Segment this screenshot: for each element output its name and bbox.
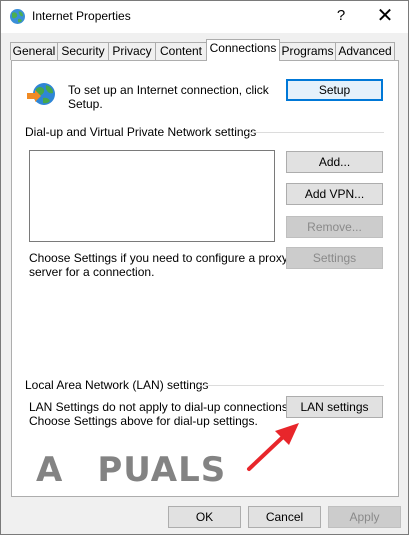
lan-text-line2: Choose Settings above for dial-up settin…	[29, 414, 258, 428]
lan-text-line1: LAN Settings do not apply to dial-up con…	[29, 400, 292, 414]
settings-button[interactable]: Settings	[286, 247, 383, 269]
red-arrow-icon	[247, 423, 299, 471]
setup-text-line1: To set up an Internet connection, click	[68, 83, 269, 97]
lan-settings-button[interactable]: LAN settings	[286, 396, 383, 418]
add-button[interactable]: Add...	[286, 151, 383, 173]
lan-divider	[200, 385, 384, 386]
window-title: Internet Properties	[32, 9, 131, 23]
tab-advanced[interactable]: Advanced	[335, 42, 395, 60]
tab-general[interactable]: General	[10, 42, 58, 60]
lan-group-label: Local Area Network (LAN) settings	[25, 378, 209, 392]
dialup-group-label: Dial-up and Virtual Private Network sett…	[25, 125, 257, 139]
proxy-text-line2: server for a connection.	[29, 265, 155, 279]
setup-text-line2: Setup.	[68, 97, 103, 111]
tab-connections[interactable]: Connections	[206, 39, 280, 61]
cancel-button[interactable]: Cancel	[248, 506, 321, 528]
internet-properties-window: Internet Properties ? ✕ General Security…	[0, 0, 409, 535]
add-vpn-button[interactable]: Add VPN...	[286, 183, 383, 205]
watermark-letter-a: A	[36, 450, 64, 490]
connections-listbox[interactable]	[29, 150, 275, 242]
help-button[interactable]: ?	[319, 1, 363, 33]
proxy-text-line1: Choose Settings if you need to configure…	[29, 251, 288, 265]
dialup-divider	[248, 132, 384, 133]
apply-button[interactable]: Apply	[328, 506, 401, 528]
appuals-watermark: A PUALS	[36, 450, 226, 490]
setup-button[interactable]: Setup	[286, 79, 383, 101]
ok-button[interactable]: OK	[168, 506, 241, 528]
tab-content[interactable]: Content	[155, 42, 207, 60]
tab-programs[interactable]: Programs	[279, 42, 336, 60]
title-bar[interactable]: Internet Properties ? ✕	[1, 1, 408, 33]
globe-icon	[10, 9, 25, 24]
remove-button[interactable]: Remove...	[286, 216, 383, 238]
close-button[interactable]: ✕	[363, 1, 407, 33]
watermark-letters: PUALS	[97, 450, 227, 490]
connections-panel: To set up an Internet connection, click …	[11, 60, 399, 497]
tab-security[interactable]: Security	[57, 42, 109, 60]
tab-privacy[interactable]: Privacy	[108, 42, 156, 60]
network-globe-icon	[27, 83, 55, 105]
